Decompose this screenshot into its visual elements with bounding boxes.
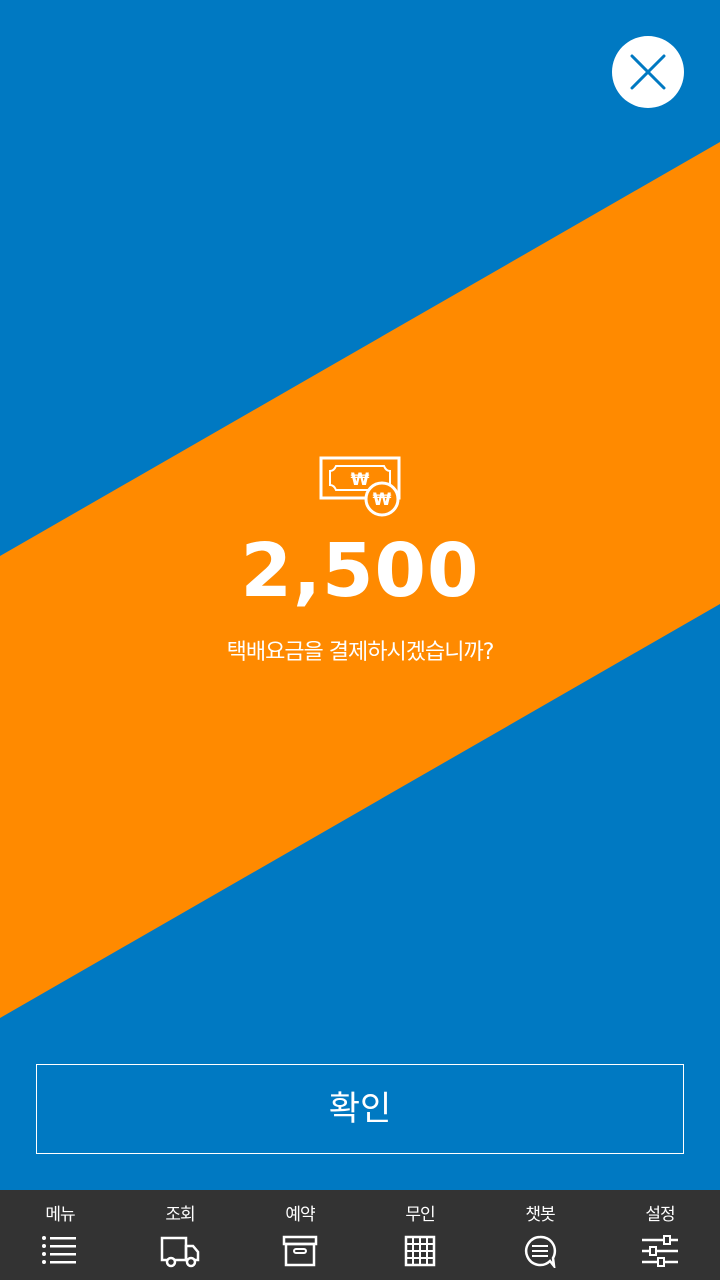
tab-track[interactable]: 조회	[120, 1190, 240, 1280]
won-banknote-icon: ₩ ₩	[319, 456, 401, 517]
chat-bubble-icon	[524, 1235, 557, 1268]
svg-text:₩: ₩	[373, 490, 392, 510]
svg-text:₩: ₩	[351, 470, 370, 490]
sliders-icon	[642, 1235, 678, 1267]
close-button[interactable]	[612, 36, 684, 108]
tab-label: 메뉴	[45, 1205, 75, 1225]
confirm-button[interactable]: 확인	[36, 1064, 684, 1154]
tab-label: 챗봇	[525, 1205, 555, 1225]
tab-label: 조회	[165, 1205, 195, 1225]
tab-chatbot[interactable]: 챗봇	[480, 1190, 600, 1280]
tab-menu[interactable]: 메뉴	[0, 1190, 120, 1280]
tab-label: 예약	[285, 1205, 315, 1225]
bottom-tab-bar: 메뉴 조회 예약 무인 챗봇 설정	[0, 1190, 720, 1280]
grid-icon	[404, 1235, 436, 1267]
close-icon	[630, 54, 666, 90]
tab-unmanned[interactable]: 무인	[360, 1190, 480, 1280]
list-icon	[42, 1236, 76, 1264]
payment-dialog: ₩ ₩ 2,500 택배요금을 결제하시겠습니까? 확인	[0, 0, 720, 1190]
payment-amount: 2,500	[240, 528, 480, 614]
box-icon	[282, 1235, 318, 1267]
tab-label: 무인	[405, 1205, 435, 1225]
tab-label: 설정	[645, 1205, 675, 1225]
payment-question: 택배요금을 결제하시겠습니까?	[226, 640, 495, 665]
tab-settings[interactable]: 설정	[600, 1190, 720, 1280]
tab-reserve[interactable]: 예약	[240, 1190, 360, 1280]
truck-icon	[160, 1236, 200, 1268]
